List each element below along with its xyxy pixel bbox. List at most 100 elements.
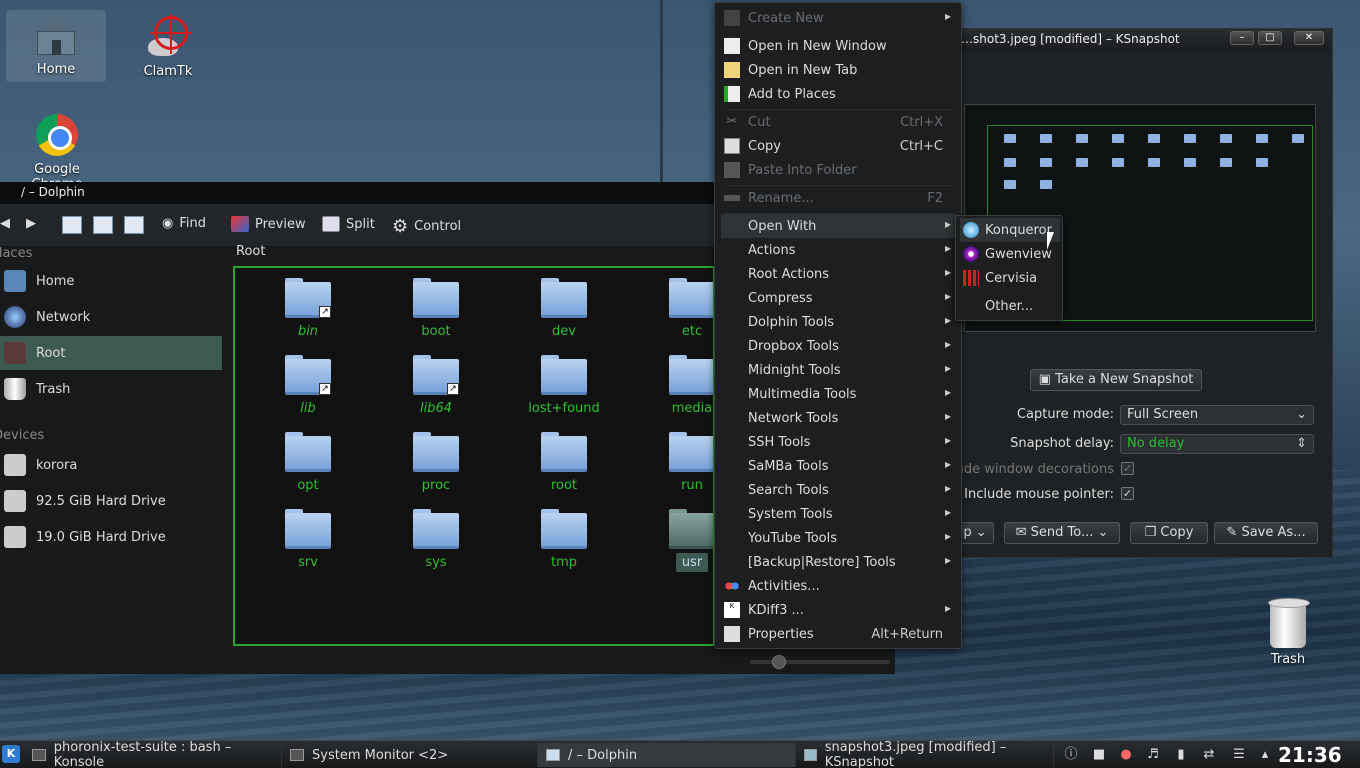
- capture-mode-select[interactable]: Full Screen ⌄: [1120, 405, 1314, 425]
- spin-arrows-icon[interactable]: ⇕: [1296, 436, 1307, 451]
- file-view[interactable]: ↗ bin boot dev etc ↗ lib ↗ lib64 lost+found…: [233, 266, 715, 646]
- places-item-root[interactable]: Root: [0, 336, 222, 370]
- desktop-icon-home[interactable]: Home: [6, 10, 106, 82]
- take-new-snapshot-button[interactable]: ▣ Take a New Snapshot: [1030, 369, 1202, 391]
- save-as-button[interactable]: ✎ Save As...: [1214, 522, 1318, 544]
- zoom-slider-handle[interactable]: [772, 655, 786, 669]
- copy-button[interactable]: ❐ Copy: [1130, 522, 1208, 544]
- menu-item-properties[interactable]: Properties Alt+Return: [721, 622, 957, 646]
- desktop-icon-clamtk[interactable]: ClamTk: [118, 14, 218, 79]
- stop-tray-icon[interactable]: ■: [1090, 746, 1108, 764]
- usb-icon[interactable]: ⇄: [1200, 746, 1218, 764]
- split-button[interactable]: Split: [322, 216, 375, 232]
- file-item[interactable]: ↗ bin: [253, 278, 363, 339]
- menu-item-youtube-tools[interactable]: YouTube Tools ▸: [721, 526, 957, 550]
- menu-item-samba-tools[interactable]: SaMBa Tools ▸: [721, 454, 957, 478]
- devices-item-hdd-19[interactable]: 19.0 GiB Hard Drive: [0, 520, 222, 554]
- menu-item-kdiff3[interactable]: K KDiff3 ... ▸: [721, 598, 957, 622]
- compact-view-button[interactable]: [93, 216, 113, 234]
- folder-icon: [541, 355, 587, 395]
- menu-item-backup-restore-tools[interactable]: [Backup|Restore] Tools ▸: [721, 550, 957, 574]
- window-decorations-checkbox[interactable]: ✓: [1121, 462, 1134, 475]
- task-konsole[interactable]: phoronix-test-suite : bash – Konsole: [24, 740, 282, 768]
- task-ksnapshot[interactable]: snapshot3.jpeg [modified] – KSnapshot: [796, 740, 1054, 768]
- menu-item-open-new-window[interactable]: Open in New Window: [721, 34, 957, 58]
- file-item-selected[interactable]: usr: [637, 509, 713, 572]
- control-button[interactable]: ⚙ Control: [392, 216, 461, 237]
- menu-item-dropbox-tools[interactable]: Dropbox Tools ▸: [721, 334, 957, 358]
- file-item[interactable]: media: [637, 355, 713, 416]
- file-item[interactable]: lost+found: [509, 355, 619, 416]
- devices-item-hdd-92[interactable]: 92.5 GiB Hard Drive: [0, 484, 222, 518]
- file-item[interactable]: ↗ lib: [253, 355, 363, 416]
- volume-icon[interactable]: ♬: [1144, 746, 1162, 764]
- back-icon[interactable]: ◀: [0, 216, 10, 231]
- menu-item-ssh-tools[interactable]: SSH Tools ▸: [721, 430, 957, 454]
- menu-item-search-tools[interactable]: Search Tools ▸: [721, 478, 957, 502]
- close-button[interactable]: ✕: [1294, 31, 1324, 45]
- file-item[interactable]: ↗ lib64: [381, 355, 491, 416]
- file-item[interactable]: srv: [253, 509, 363, 570]
- submenu-item-konqueror[interactable]: Konqueror: [960, 218, 1060, 242]
- forward-icon[interactable]: ▶: [26, 216, 36, 231]
- menu-item-open-new-tab[interactable]: Open in New Tab: [721, 58, 957, 82]
- file-item[interactable]: etc: [637, 278, 713, 339]
- application-launcher-icon[interactable]: K: [2, 745, 20, 763]
- places-item-trash[interactable]: Trash: [0, 372, 222, 406]
- menu-item-multimedia-tools[interactable]: Multimedia Tools ▸: [721, 382, 957, 406]
- file-item[interactable]: opt: [253, 432, 363, 493]
- file-item[interactable]: tmp: [509, 509, 619, 570]
- file-item[interactable]: root: [509, 432, 619, 493]
- ksnapshot-titlebar[interactable]: …shot3.jpeg [modified] – KSnapshot – □ ✕: [956, 29, 1332, 51]
- menu-item-system-tools[interactable]: System Tools ▸: [721, 502, 957, 526]
- battery-icon[interactable]: ▮: [1172, 746, 1190, 764]
- menu-item-network-tools[interactable]: Network Tools ▸: [721, 406, 957, 430]
- file-item[interactable]: sys: [381, 509, 491, 570]
- icons-view-button[interactable]: [62, 216, 82, 234]
- menu-item-root-actions[interactable]: Root Actions ▸: [721, 262, 957, 286]
- file-item[interactable]: dev: [509, 278, 619, 339]
- folder-icon: [413, 509, 459, 549]
- maximize-button[interactable]: □: [1258, 31, 1282, 45]
- submenu-item-cervisia[interactable]: Cervisia: [960, 266, 1060, 290]
- file-item[interactable]: run: [637, 432, 713, 493]
- submenu-item-other[interactable]: Other...: [960, 294, 1060, 318]
- mouse-pointer-checkbox[interactable]: ✓: [1121, 487, 1134, 500]
- snapshot-delay-spinbox[interactable]: No delay ⇕: [1120, 434, 1314, 454]
- find-button[interactable]: ◉ Find: [162, 216, 206, 231]
- create-new-icon: [724, 10, 740, 26]
- zoom-slider[interactable]: [750, 655, 890, 669]
- notifier-tray-icon[interactable]: ●: [1117, 746, 1135, 764]
- menu-item-dolphin-tools[interactable]: Dolphin Tools ▸: [721, 310, 957, 334]
- menu-item-rename[interactable]: Rename... F2: [721, 186, 957, 210]
- minimize-button[interactable]: –: [1230, 31, 1254, 45]
- location-breadcrumb[interactable]: Root: [236, 244, 265, 259]
- menu-item-activities[interactable]: Activities...: [721, 574, 957, 598]
- info-tray-icon[interactable]: ⓘ: [1062, 746, 1080, 764]
- file-item[interactable]: proc: [381, 432, 491, 493]
- preview-button[interactable]: Preview: [231, 216, 306, 232]
- menu-item-create-new[interactable]: Create New ▸: [721, 6, 957, 30]
- wifi-icon[interactable]: ☰: [1230, 746, 1248, 764]
- menu-item-add-to-places[interactable]: Add to Places: [721, 82, 957, 106]
- places-item-network[interactable]: Network: [0, 300, 222, 334]
- devices-item-korora[interactable]: korora: [0, 448, 222, 482]
- task-system-monitor[interactable]: System Monitor <2>: [282, 743, 538, 767]
- menu-item-paste-into-folder[interactable]: Paste Into Folder: [721, 158, 957, 182]
- menu-item-compress[interactable]: Compress ▸: [721, 286, 957, 310]
- submenu-item-gwenview[interactable]: Gwenview: [960, 242, 1060, 266]
- file-item[interactable]: boot: [381, 278, 491, 339]
- menu-item-copy[interactable]: Copy Ctrl+C: [721, 134, 957, 158]
- details-view-button[interactable]: [124, 216, 144, 234]
- desktop-icon-chrome[interactable]: Google Chrome: [7, 114, 107, 192]
- places-item-home[interactable]: Home: [0, 264, 222, 298]
- menu-item-cut[interactable]: ✂ Cut Ctrl+X: [721, 110, 957, 134]
- menu-item-open-with[interactable]: Open With ▸: [721, 214, 957, 238]
- task-dolphin[interactable]: / – Dolphin: [538, 743, 796, 767]
- clock[interactable]: 21:36: [1278, 743, 1342, 767]
- tray-expand-icon[interactable]: ▴: [1256, 746, 1274, 764]
- send-to-button[interactable]: ✉ Send To... ⌄: [1004, 522, 1120, 544]
- desktop-icon-trash[interactable]: Trash: [1238, 598, 1338, 667]
- menu-item-midnight-tools[interactable]: Midnight Tools ▸: [721, 358, 957, 382]
- menu-item-actions[interactable]: Actions ▸: [721, 238, 957, 262]
